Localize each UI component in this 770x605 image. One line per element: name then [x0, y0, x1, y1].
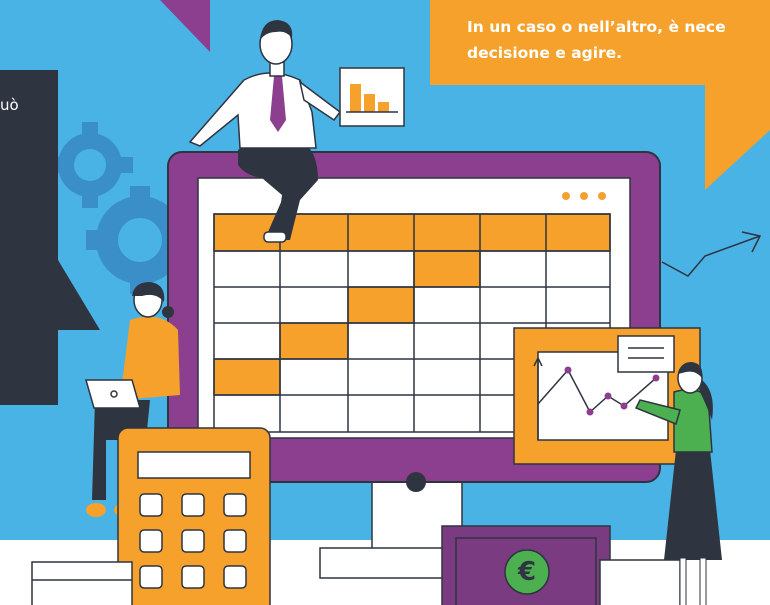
illustration-canvas — [0, 0, 770, 605]
speech-bubble-text: In un caso o nell’altro, è nece decision… — [467, 14, 770, 66]
window-dot — [598, 192, 606, 200]
infographic-illustration: In un caso o nell’altro, è nece decision… — [0, 0, 770, 605]
power-button — [406, 472, 426, 492]
speech-bubble-line-2: decisione e agire. — [467, 44, 623, 62]
bar-chart-icon — [339, 67, 405, 127]
speech-bubble-line-1: In un caso o nell’altro, è nece — [467, 18, 726, 36]
dark-box-text-fragment: uò — [0, 96, 19, 114]
paper-stack — [31, 561, 133, 605]
calculator-icon — [117, 427, 271, 605]
window-dot — [562, 192, 570, 200]
window-dot — [580, 192, 588, 200]
line-chart-icon — [513, 327, 701, 465]
euro-symbol: € — [517, 557, 537, 587]
paper-sheet — [599, 559, 681, 605]
laptop-icon — [85, 379, 141, 409]
